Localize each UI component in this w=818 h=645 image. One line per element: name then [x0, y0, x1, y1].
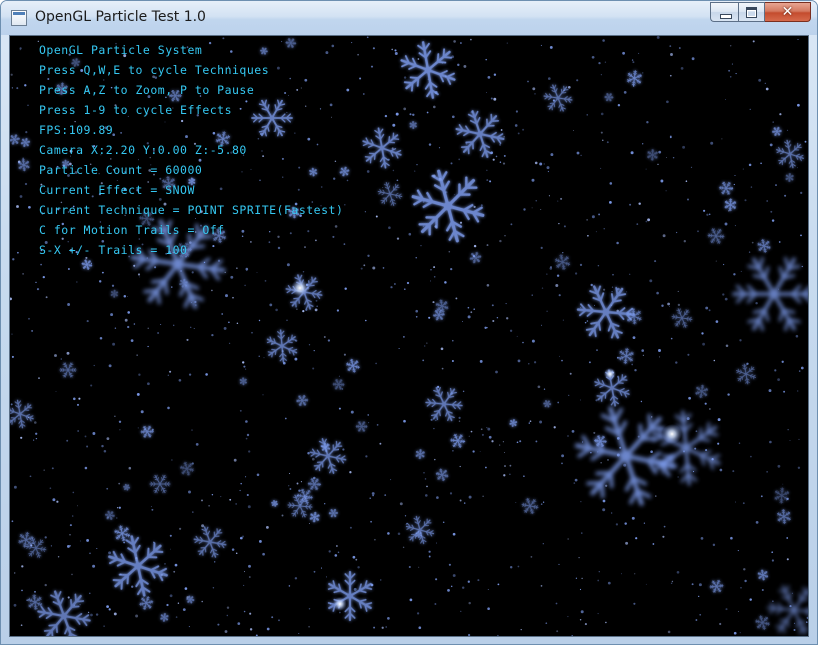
snowflake: [724, 198, 737, 212]
snowflake: [450, 433, 466, 448]
snowflake: [108, 535, 168, 597]
snowflake: [757, 239, 771, 253]
snowflake: [718, 181, 734, 195]
snowflake: [774, 487, 790, 504]
snowflake: [709, 579, 724, 593]
close-button[interactable]: ✕: [765, 2, 811, 22]
snowflake: [671, 308, 693, 328]
snowflake: [18, 158, 30, 172]
hud-line-current-effect: Current Effect = SNOW: [39, 183, 195, 197]
hud-line-techniques: Press Q,W,E to cycle Techniques: [39, 63, 270, 77]
snowflake: [327, 570, 373, 622]
snowflake: [618, 347, 634, 365]
title-bar[interactable]: OpenGL Particle Test 1.0 ✕: [1, 1, 817, 35]
snowflake: [160, 612, 169, 622]
application-window: OpenGL Particle Test 1.0 ✕ OpenGL Partic…: [0, 0, 818, 645]
snowflake: [377, 182, 403, 206]
hud-line-trails-count: S-X +/- Trails = 100: [39, 243, 188, 257]
snowflake: [415, 449, 425, 460]
snowflake: [123, 483, 131, 491]
snowflake: [355, 421, 368, 432]
snowflake: [309, 511, 320, 523]
snowflake: [405, 515, 435, 545]
minimize-button[interactable]: [710, 2, 738, 22]
snowflake: [469, 251, 482, 264]
snowflake: [695, 384, 709, 399]
snowflake: [785, 173, 794, 182]
snowflake: [736, 363, 756, 385]
snowflake: [651, 410, 721, 486]
app-window-icon[interactable]: [11, 10, 27, 26]
snowflake: [10, 134, 20, 145]
snowflake: [757, 569, 769, 581]
snowflake: [766, 585, 808, 635]
snowflake: [509, 418, 518, 428]
hud-line-title: OpenGL Particle System: [39, 43, 203, 57]
snowflake: [604, 93, 614, 102]
snowflake: [400, 41, 456, 99]
opengl-viewport[interactable]: OpenGL Particle System Press Q,W,E to cy…: [9, 35, 809, 637]
snowflake: [771, 126, 782, 137]
hud-overlay: OpenGL Particle System Press Q,W,E to cy…: [39, 40, 343, 260]
snowflake: [521, 497, 539, 515]
snowflake: [114, 525, 131, 542]
hud-line-camera: Camera X:2.20 Y:0.00 Z:-5.80: [39, 143, 247, 157]
snowflake: [10, 399, 34, 429]
hud-line-motion-trails: C for Motion Trails = Off: [39, 223, 225, 237]
snowflake: [321, 442, 331, 453]
window-controls: ✕: [710, 2, 811, 24]
snowflake: [409, 120, 417, 130]
snowflake: [81, 259, 93, 270]
snowflake: [20, 137, 31, 148]
snowflake: [307, 478, 322, 491]
snowflake: [411, 169, 485, 243]
hud-line-effects: Press 1-9 to cycle Effects: [39, 103, 233, 117]
snowflake: [59, 362, 77, 378]
close-icon: ✕: [781, 4, 794, 20]
snowflake: [346, 358, 360, 373]
snowflake: [732, 256, 808, 332]
snowflake: [110, 289, 119, 298]
snowflake: [328, 508, 339, 518]
snowflake: [576, 285, 636, 339]
minimize-icon: [720, 14, 732, 19]
snowflake: [755, 615, 770, 630]
maximize-button[interactable]: [738, 2, 765, 22]
snowflake: [647, 149, 658, 161]
snowflake: [332, 379, 345, 390]
snowflake: [425, 386, 463, 422]
snowflake: [271, 499, 278, 507]
snowflake: [193, 526, 227, 558]
snowflake: [543, 400, 552, 408]
snowflake: [309, 438, 347, 474]
snowflake: [777, 509, 791, 524]
snowflake: [554, 254, 571, 270]
snowflake: [149, 474, 171, 494]
maximize-icon: [746, 7, 757, 18]
snowflake: [139, 596, 154, 610]
snowflake: [104, 510, 115, 520]
hud-line-current-technique: Current Technique = POINT SPRITE(Fastest…: [39, 203, 344, 217]
snowflake: [455, 110, 505, 158]
snowflake: [296, 394, 309, 407]
hud-line-fps: FPS:109.89: [39, 123, 114, 137]
snowflake: [707, 228, 725, 244]
window-title: OpenGL Particle Test 1.0: [35, 9, 206, 25]
snowflake: [776, 139, 804, 169]
hud-line-zoom-pause: Press A,Z to Zoom, P to Pause: [39, 83, 255, 97]
snowflake: [362, 127, 402, 169]
snowflake: [239, 377, 247, 386]
hud-line-particle-count: Particle Count = 60000: [39, 163, 203, 177]
snowflake: [140, 425, 154, 438]
snowflake: [435, 468, 449, 482]
snowflake: [37, 590, 91, 636]
snowflake: [25, 538, 47, 558]
snowflake: [626, 70, 642, 87]
